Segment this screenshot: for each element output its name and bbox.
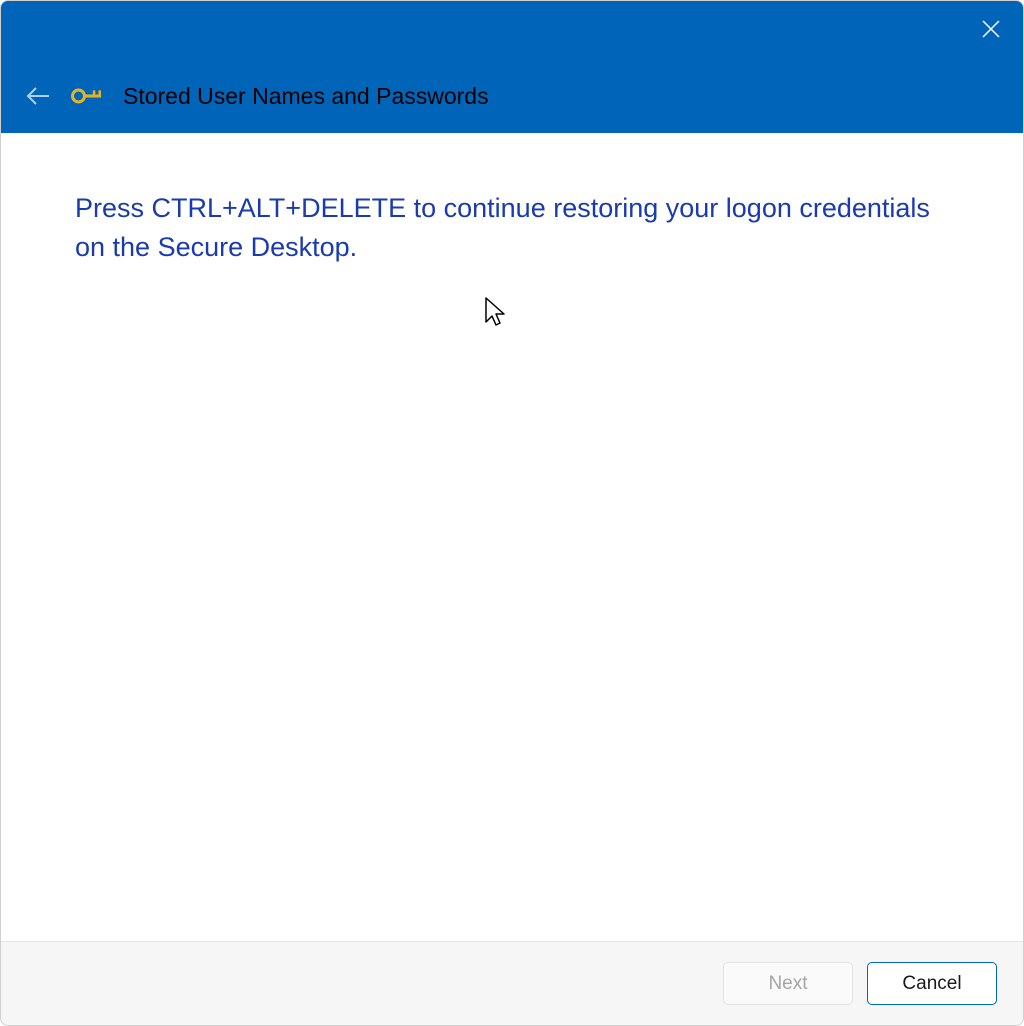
titlebar xyxy=(1,1,1023,59)
key-icon xyxy=(67,76,107,116)
header: Stored User Names and Passwords xyxy=(1,59,1023,133)
cancel-button[interactable]: Cancel xyxy=(867,962,997,1005)
dialog-window: Stored User Names and Passwords Press CT… xyxy=(0,0,1024,1026)
content-area: Press CTRL+ALT+DELETE to continue restor… xyxy=(1,133,1023,941)
page-title: Stored User Names and Passwords xyxy=(123,83,489,110)
next-button: Next xyxy=(723,962,853,1005)
back-arrow-icon[interactable] xyxy=(25,85,51,107)
footer: Next Cancel xyxy=(1,941,1023,1025)
instruction-text: Press CTRL+ALT+DELETE to continue restor… xyxy=(75,189,949,267)
close-icon[interactable] xyxy=(981,19,1001,44)
